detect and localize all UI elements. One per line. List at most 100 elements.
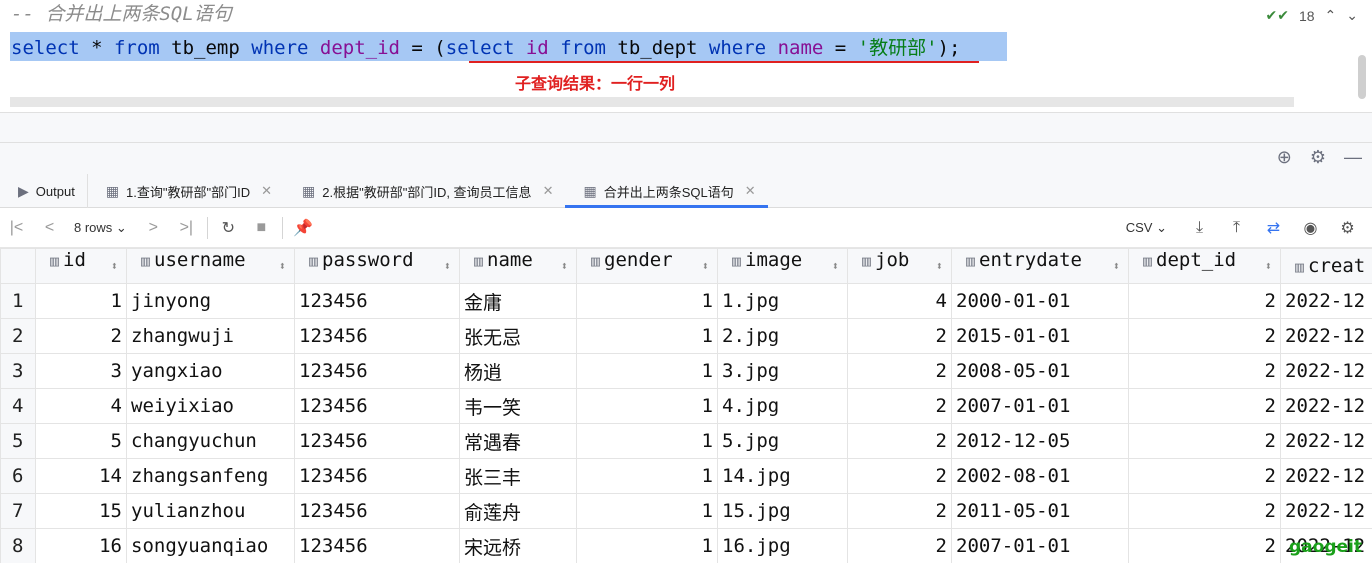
cell-username[interactable]: jinyong (126, 283, 295, 319)
close-icon[interactable]: ✕ (745, 183, 756, 199)
cell-password[interactable]: 123456 (294, 283, 460, 319)
cell-entrydate[interactable]: 2007-01-01 (951, 528, 1129, 563)
cell-username[interactable]: changyuchun (126, 423, 295, 459)
cell-password[interactable]: 123456 (294, 388, 460, 424)
sort-icon[interactable]: ⬍ (111, 250, 118, 283)
cell-id[interactable]: 16 (35, 528, 127, 563)
table-row[interactable]: 5 5 changyuchun 123456 常遇春 1 5.jpg 2 2012-12-05 2… (0, 423, 1372, 459)
close-icon[interactable]: ✕ (543, 183, 554, 199)
cell-password[interactable]: 123456 (294, 458, 460, 494)
column-header-gender[interactable]: ▥ gender ⬍ (576, 248, 718, 284)
prev-page-icon[interactable]: < (33, 219, 66, 237)
cell-image[interactable]: 2.jpg (717, 318, 848, 354)
cell-entrydate[interactable]: 2000-01-01 (951, 283, 1129, 319)
cell-username[interactable]: yangxiao (126, 353, 295, 389)
cell-gender[interactable]: 1 (576, 423, 718, 459)
pin-icon[interactable]: 📌 (287, 218, 320, 238)
cell-create[interactable]: 2022-12 (1280, 353, 1372, 389)
last-page-icon[interactable]: >| (170, 219, 203, 237)
cell-id[interactable]: 5 (35, 423, 127, 459)
compare-icon[interactable]: ⇄ (1257, 218, 1290, 238)
table-row[interactable]: 6 14 zhangsanfeng 123456 张三丰 1 14.jpg 2 2002-08-… (0, 458, 1372, 494)
first-page-icon[interactable]: |< (0, 219, 33, 237)
cell-gender[interactable]: 1 (576, 493, 718, 529)
eye-icon[interactable]: ◉ (1294, 218, 1327, 238)
cell-dept-id[interactable]: 2 (1128, 458, 1281, 494)
cell-image[interactable]: 4.jpg (717, 388, 848, 424)
gear-icon[interactable]: ⚙ (1331, 218, 1364, 238)
export-format-selector[interactable]: CSV ⌄ (1126, 220, 1179, 236)
next-page-icon[interactable]: > (137, 219, 170, 237)
cell-username[interactable]: zhangsanfeng (126, 458, 295, 494)
cell-dept-id[interactable]: 2 (1128, 318, 1281, 354)
sort-icon[interactable]: ⬍ (832, 250, 839, 283)
sort-icon[interactable]: ⬍ (936, 250, 943, 283)
cell-gender[interactable]: 1 (576, 283, 718, 319)
cell-entrydate[interactable]: 2002-08-01 (951, 458, 1129, 494)
column-header-job[interactable]: ▥ job ⬍ (847, 248, 952, 284)
sort-icon[interactable]: ⬍ (561, 250, 568, 283)
sort-icon[interactable]: ⬍ (1113, 250, 1120, 283)
cell-gender[interactable]: 1 (576, 318, 718, 354)
editor-vertical-scrollbar[interactable] (1358, 55, 1366, 99)
sort-icon[interactable]: ⬍ (702, 250, 709, 283)
chevron-up-icon[interactable]: ⌃ (1325, 7, 1337, 24)
download-icon[interactable]: ⤓ (1183, 219, 1216, 237)
cell-name[interactable]: 张无忌 (459, 318, 577, 354)
cell-username[interactable]: zhangwuji (126, 318, 295, 354)
panel-divider[interactable] (0, 112, 1372, 142)
cell-image[interactable]: 3.jpg (717, 353, 848, 389)
cell-create[interactable]: 2022-12 (1280, 493, 1372, 529)
upload-icon[interactable]: ⤒ (1220, 219, 1253, 237)
editor-horizontal-scrollbar[interactable] (10, 97, 1294, 107)
table-row[interactable]: 4 4 weiyixiao 123456 韦一笑 1 4.jpg 2 2007-01-01 2 20… (0, 388, 1372, 424)
cell-job[interactable]: 2 (847, 423, 952, 459)
cell-job[interactable]: 2 (847, 318, 952, 354)
refresh-icon[interactable]: ↻ (212, 218, 245, 238)
cell-id[interactable]: 2 (35, 318, 127, 354)
chevron-down-icon[interactable]: ⌄ (1346, 7, 1358, 24)
cell-password[interactable]: 123456 (294, 353, 460, 389)
sort-icon[interactable]: ⬍ (1265, 250, 1272, 283)
column-header-id[interactable]: ▥ id ⬍ (35, 248, 127, 284)
result-grid[interactable]: ▥ id ⬍ ▥ username ⬍ ▥ password ⬍ ▥ name ⬍ ▥ gende… (0, 248, 1372, 563)
table-row[interactable]: 1 1 jinyong 123456 金庸 1 1.jpg 4 2000-01-01 2 2022-… (0, 283, 1372, 319)
cell-job[interactable]: 2 (847, 388, 952, 424)
cell-entrydate[interactable]: 2015-01-01 (951, 318, 1129, 354)
cell-password[interactable]: 123456 (294, 423, 460, 459)
stop-icon[interactable]: ■ (245, 219, 278, 237)
column-header-create-time[interactable]: ▥ creat (1280, 248, 1372, 284)
table-row[interactable]: 7 15 yulianzhou 123456 俞莲舟 1 15.jpg 2 2011-05-01… (0, 493, 1372, 529)
cell-name[interactable]: 杨逍 (459, 353, 577, 389)
crosshair-icon[interactable]: ⊕ (1277, 147, 1292, 168)
cell-dept-id[interactable]: 2 (1128, 423, 1281, 459)
cell-password[interactable]: 123456 (294, 318, 460, 354)
cell-id[interactable]: 3 (35, 353, 127, 389)
cell-entrydate[interactable]: 2007-01-01 (951, 388, 1129, 424)
cell-image[interactable]: 5.jpg (717, 423, 848, 459)
cell-name[interactable]: 宋远桥 (459, 528, 577, 563)
cell-image[interactable]: 15.jpg (717, 493, 848, 529)
sql-statement-line[interactable]: select * from tb_emp where dept_id = (se… (11, 33, 960, 63)
sql-editor[interactable]: -- 合并出上两条SQL语句 select * from tb_emp wher… (0, 0, 1372, 112)
cell-create[interactable]: 2022-12 (1280, 423, 1372, 459)
cell-id[interactable]: 14 (35, 458, 127, 494)
tab-query-1[interactable]: ▦ 1.查询"教研部"部门ID ✕ (88, 174, 284, 208)
cell-job[interactable]: 2 (847, 353, 952, 389)
cell-username[interactable]: songyuanqiao (126, 528, 295, 563)
cell-job[interactable]: 4 (847, 283, 952, 319)
table-row[interactable]: 8 16 songyuanqiao 123456 宋远桥 1 16.jpg 2 2007-01-… (0, 528, 1372, 563)
gear-icon[interactable]: ⚙ (1310, 147, 1326, 168)
cell-name[interactable]: 韦一笑 (459, 388, 577, 424)
column-header-password[interactable]: ▥ password ⬍ (294, 248, 460, 284)
tab-query-2[interactable]: ▦ 2.根据"教研部"部门ID, 查询员工信息 ✕ (284, 174, 565, 208)
close-icon[interactable]: ✕ (261, 183, 272, 199)
cell-password[interactable]: 123456 (294, 493, 460, 529)
cell-dept-id[interactable]: 2 (1128, 493, 1281, 529)
sort-icon[interactable]: ⬍ (444, 250, 451, 283)
cell-name[interactable]: 张三丰 (459, 458, 577, 494)
cell-dept-id[interactable]: 2 (1128, 528, 1281, 563)
column-header-name[interactable]: ▥ name ⬍ (459, 248, 577, 284)
column-header-image[interactable]: ▥ image ⬍ (717, 248, 848, 284)
cell-name[interactable]: 常遇春 (459, 423, 577, 459)
